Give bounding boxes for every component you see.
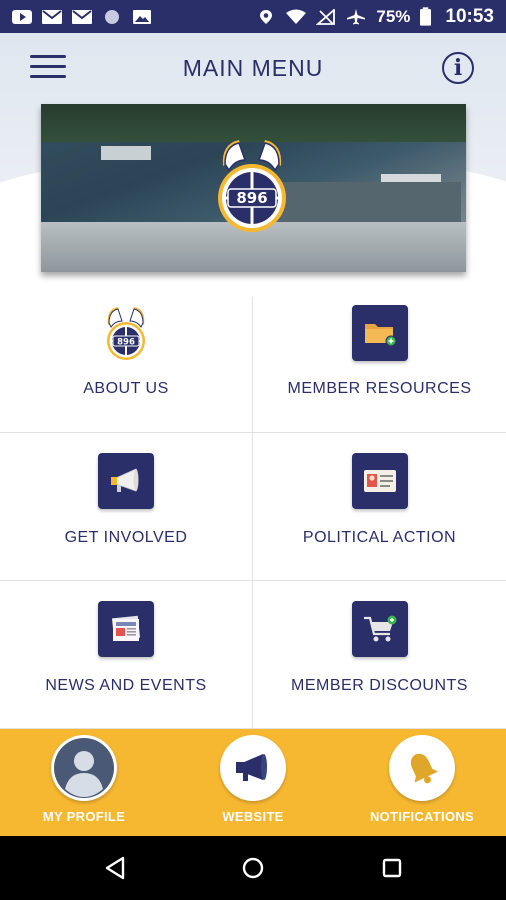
notifications-button[interactable]: NOTIFICATIONS	[357, 735, 487, 824]
menu-item-label: NEWS AND EVENTS	[45, 677, 207, 694]
bell-icon	[389, 735, 455, 801]
circle-icon	[105, 9, 119, 24]
notifications-label: NOTIFICATIONS	[369, 809, 475, 824]
location-icon	[260, 9, 273, 24]
my-profile-label: MY PROFILE	[42, 809, 126, 824]
wifi-icon	[286, 9, 307, 24]
menu-item-news-and-events[interactable]: NEWS AND EVENTS	[0, 581, 253, 729]
airplane-icon	[347, 8, 366, 24]
newspaper-icon	[98, 601, 154, 657]
menu-item-get-involved[interactable]: GET INVOLVED	[0, 433, 253, 581]
logo-number: 896	[236, 189, 267, 207]
megaphone-icon	[98, 453, 154, 509]
back-icon[interactable]	[101, 854, 129, 882]
profile-avatar-icon	[51, 735, 117, 801]
teamsters-logo-icon: 896	[107, 307, 145, 360]
info-icon[interactable]: i	[442, 52, 474, 84]
status-bar: 75% 10:53	[0, 0, 506, 33]
website-label: WEBSITE	[222, 809, 284, 824]
home-icon[interactable]	[239, 854, 267, 882]
folder-icon	[351, 305, 408, 361]
menu-item-label: MEMBER RESOURCES	[287, 380, 472, 397]
system-icons: 75% 10:53	[256, 6, 494, 28]
notification-icons	[12, 9, 152, 25]
clock: 10:53	[445, 5, 494, 27]
my-profile-button[interactable]: MY PROFILE	[19, 735, 149, 824]
bottom-navigation: MY PROFILE WEBSITE NOTIFICATIONS	[0, 729, 506, 836]
website-button[interactable]: WEBSITE	[188, 735, 318, 824]
youtube-icon	[12, 9, 32, 24]
id-card-icon	[351, 453, 408, 509]
recent-apps-icon[interactable]	[378, 854, 406, 882]
no-signal-icon	[316, 8, 336, 25]
menu-item-member-resources[interactable]: MEMBER RESOURCES	[253, 297, 506, 433]
battery-percent: 75%	[376, 6, 411, 26]
menu-item-label: ABOUT US	[83, 380, 169, 397]
menu-item-label: POLITICAL ACTION	[302, 529, 457, 546]
gmail-icon	[72, 9, 92, 24]
menu-item-label: MEMBER DISCOUNTS	[291, 677, 468, 694]
logo-number: 896	[117, 338, 135, 348]
menu-item-political-action[interactable]: POLITICAL ACTION	[253, 433, 506, 581]
battery-icon	[420, 7, 432, 26]
shopping-cart-icon	[351, 601, 408, 657]
system-navigation-bar	[0, 836, 506, 900]
main-menu-grid: 896 ABOUT US MEMBER RESOURCES GET INVOLV…	[0, 297, 506, 729]
teamsters-logo-icon: 896	[218, 140, 286, 232]
hero-banner-image: 896	[41, 104, 466, 272]
header: MAIN MENU i 896	[0, 33, 506, 283]
page-title: MAIN MENU	[182, 55, 324, 81]
image-icon	[133, 9, 151, 24]
menu-item-label: GET INVOLVED	[64, 529, 188, 546]
menu-item-member-discounts[interactable]: MEMBER DISCOUNTS	[253, 581, 506, 729]
megaphone-icon	[220, 735, 286, 801]
gmail-icon	[42, 9, 62, 24]
menu-item-about-us[interactable]: 896 ABOUT US	[0, 297, 253, 433]
